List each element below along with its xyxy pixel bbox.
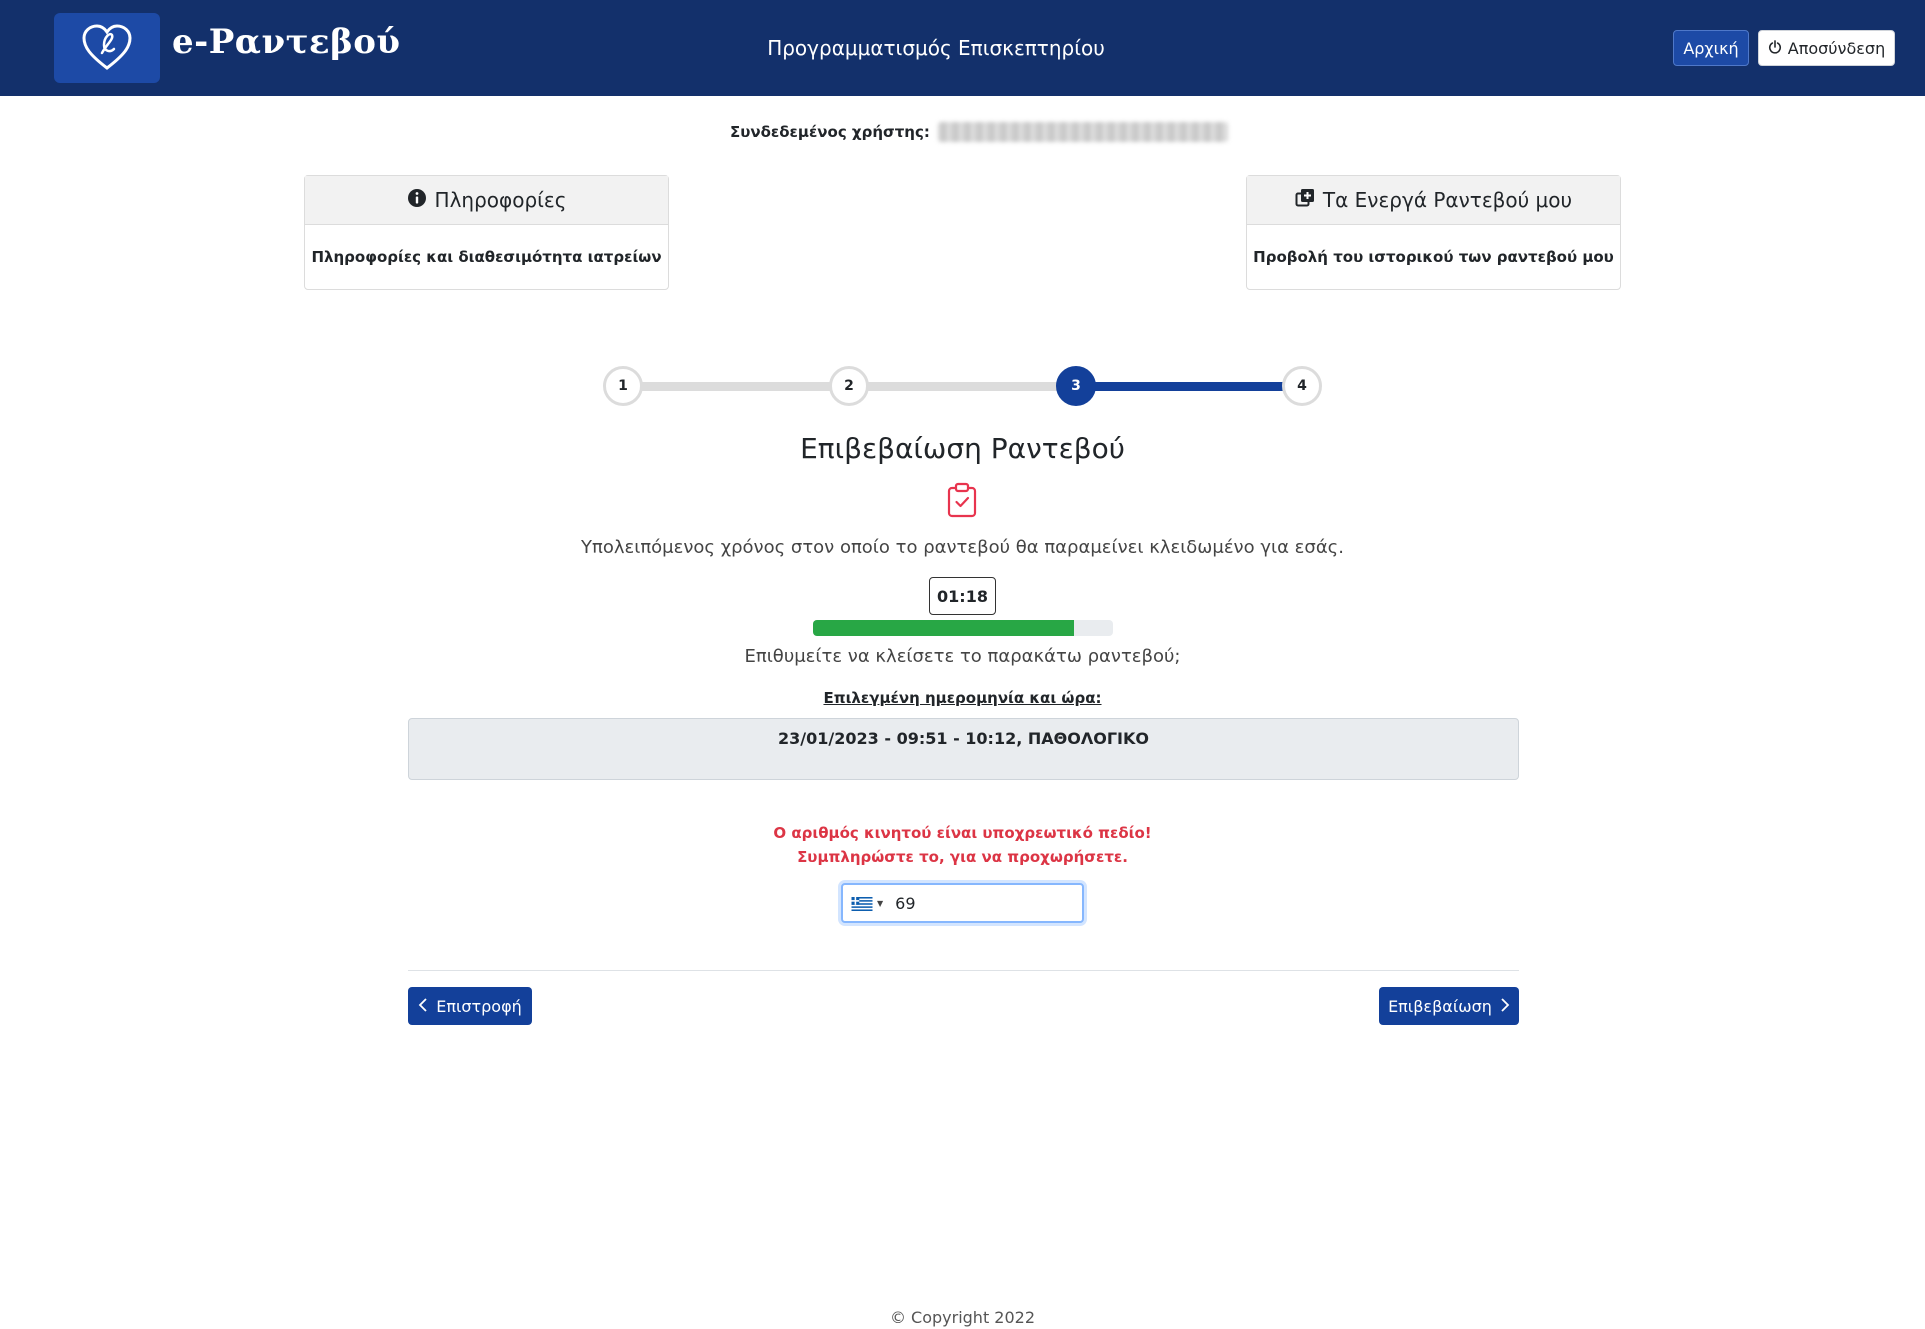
confirm-button-label: Επιβεβαίωση [1388,996,1492,1016]
logout-label: Αποσύνδεση [1787,38,1886,58]
top-navbar: e-Ραντεβού Προγραμματισμός Επισκεπτηρίου… [0,0,1925,96]
info-card-body[interactable]: Πληροφορίες και διαθεσιμότητα ιατρείων [305,225,668,289]
active-card-title: Τα Ενεργά Ραντεβού μου [1322,188,1573,212]
selected-datetime-value: 23/01/2023 - 09:51 - 10:12, ΠΑΘΟΛΟΓΙΚΟ [408,718,1519,780]
step-1: 1 [603,366,643,406]
phone-error-line-1: Ο αριθμός κινητού είναι υποχρεωτικό πεδί… [773,824,1152,842]
active-card-body[interactable]: Προβολή του ιστορικού των ραντεβού μου [1247,225,1620,289]
info-card-title: Πληροφορίες [434,188,567,212]
confirm-button[interactable]: Επιβεβαίωση [1379,987,1519,1025]
remaining-time-text: Υπολειπόμενος χρόνος στον οποίο το ραντε… [581,537,1344,558]
power-icon [1768,39,1782,58]
back-button-label: Επιστροφή [436,996,522,1016]
info-card[interactable]: Πληροφορίες Πληροφορίες και διαθεσιμότητ… [304,175,669,290]
mobile-phone-input[interactable] [895,893,1046,913]
lock-progress-fill [813,620,1074,636]
countdown-timer: 01:18 [929,577,996,615]
user-name-redacted [937,122,1228,142]
step-connector-3-4 [1077,382,1303,391]
phone-error-line-2: Συμπληρώστε το, για να προχωρήσετε. [797,848,1128,866]
greek-flag-icon[interactable] [851,896,873,911]
confirm-question: Επιθυμείτε να κλείσετε το παρακάτω ραντε… [744,646,1181,667]
clipboard-check-icon [946,482,978,518]
chevron-right-icon [1500,997,1510,1016]
copy-plus-icon [1295,188,1315,213]
user-label: Συνδεδεμένος χρήστης: [730,123,930,141]
actions-divider [408,970,1519,971]
step-3-current: 3 [1056,366,1096,406]
info-card-header: Πληροφορίες [305,176,668,225]
active-card-header: Τα Ενεργά Ραντεβού μου [1247,176,1620,225]
heart-logo-icon[interactable] [54,13,160,83]
step-connector-2-3 [850,382,1077,391]
active-appointments-card[interactable]: Τα Ενεργά Ραντεβού μου Προβολή του ιστορ… [1246,175,1621,290]
step-2: 2 [829,366,869,406]
page-title: Προγραμματισμός Επισκεπτηρίου [767,36,1105,60]
logged-in-user: Συνδεδεμένος χρήστης: [730,122,1228,142]
footer-copyright: © Copyright 2022 [889,1308,1036,1327]
back-button[interactable]: Επιστροφή [408,987,532,1025]
info-circle-icon [407,188,427,213]
lock-progress-bar [813,620,1113,636]
step-4: 4 [1282,366,1322,406]
chevron-down-icon[interactable]: ▼ [877,899,883,908]
mobile-phone-field[interactable]: ▼ [841,883,1084,923]
app-logo-text: e-Ραντεβού [172,22,401,62]
step-connector-1-2 [623,382,850,391]
logout-button[interactable]: Αποσύνδεση [1758,30,1895,66]
chevron-left-icon [418,997,428,1016]
confirmation-title: Επιβεβαίωση Ραντεβού [800,432,1125,465]
selected-datetime-label: Επιλεγμένη ημερομηνία και ώρα: [823,689,1102,707]
home-button[interactable]: Αρχική [1673,30,1749,66]
